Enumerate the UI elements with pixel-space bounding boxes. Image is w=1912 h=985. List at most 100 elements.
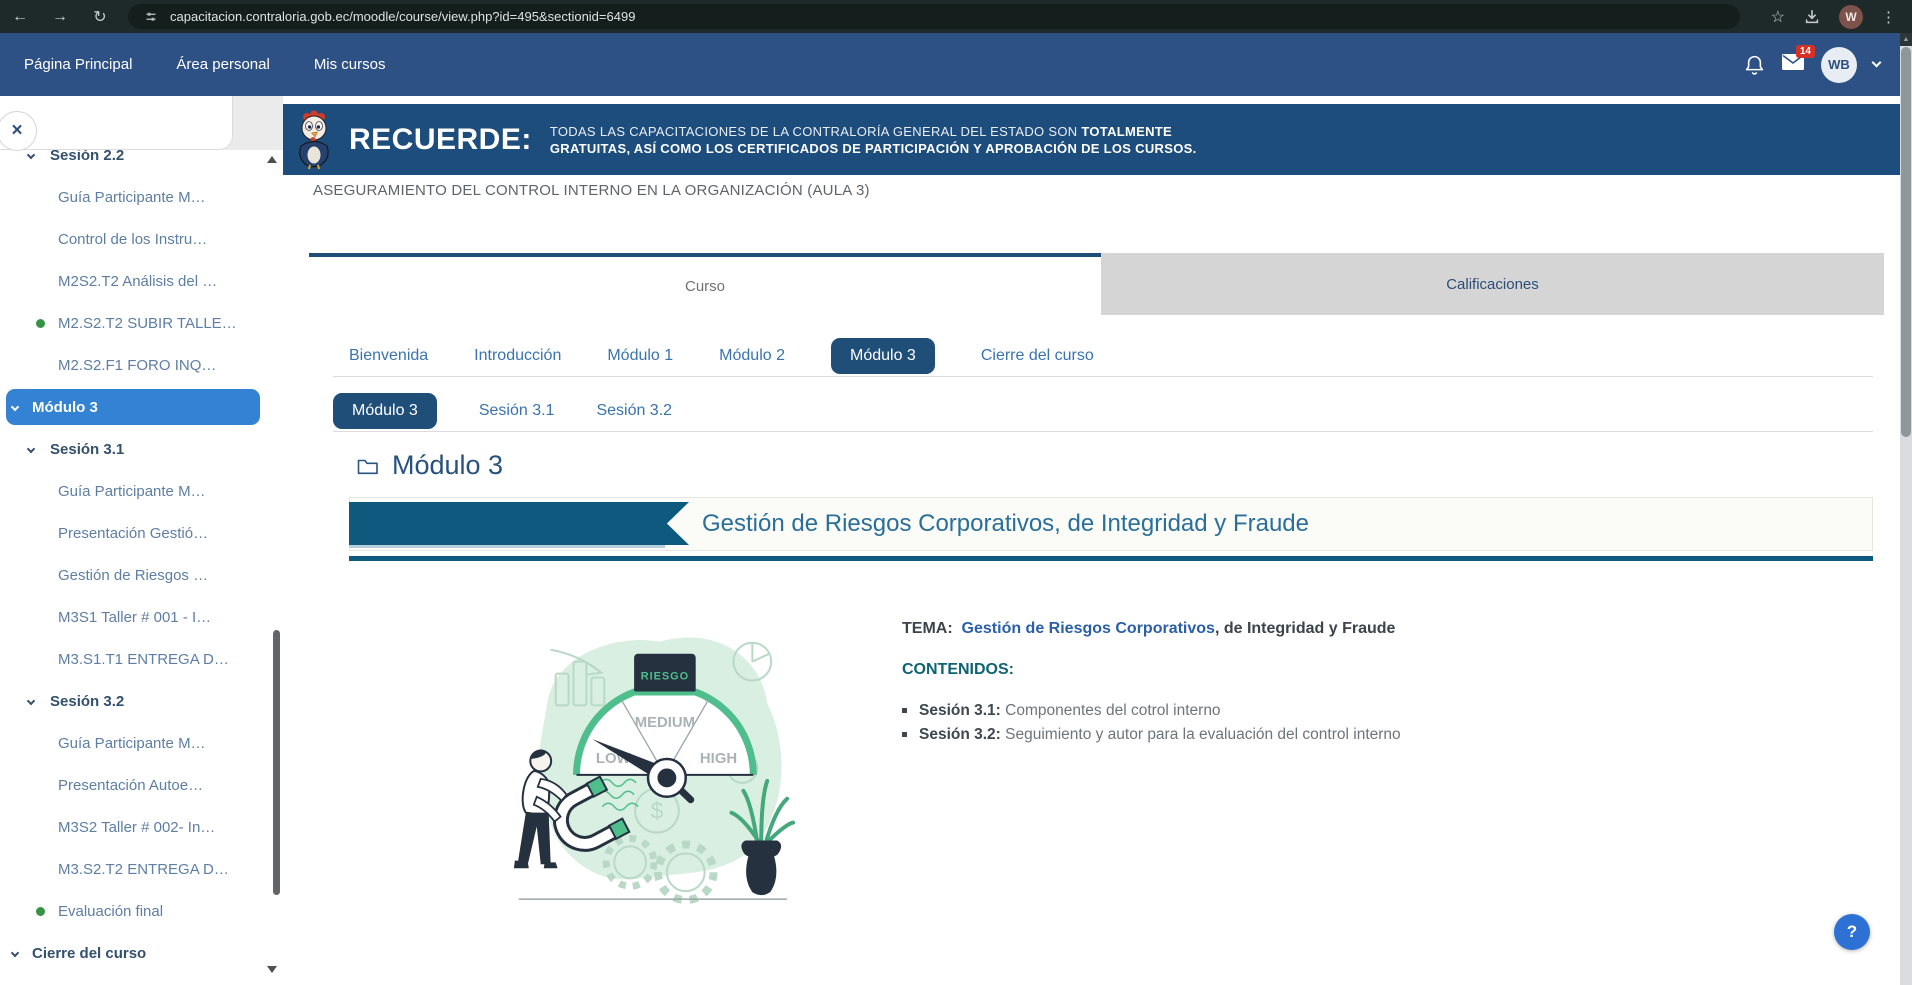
folder-icon <box>357 457 379 475</box>
sidebar-item[interactable]: M3S1 Taller # 001 - I… <box>0 596 267 638</box>
banner-title: Gestión de Riesgos Corporativos, de Inte… <box>702 498 1309 550</box>
messages-count-badge: 14 <box>1796 45 1815 58</box>
banner-rule <box>349 556 1873 561</box>
reminder-text: TODAS LAS CAPACITACIONES DE LA CONTRALOR… <box>550 123 1197 157</box>
scrollbar-up-icon[interactable]: ▲ <box>1900 33 1912 46</box>
help-button[interactable]: ? <box>1834 914 1870 950</box>
subtab-sesion-3-1[interactable]: Sesión 3.1 <box>479 402 555 420</box>
page-scrollbar: ▲ <box>1900 33 1912 985</box>
sidebar-item[interactable]: Guía Participante M… <box>0 470 267 512</box>
banner-ribbon-shadow <box>349 545 665 548</box>
completion-dot-icon <box>36 319 45 328</box>
page-scrollbar-thumb[interactable] <box>1901 47 1911 437</box>
reminder-lead: RECUERDE: <box>349 123 532 157</box>
tab-modulo-1[interactable]: Módulo 1 <box>607 347 673 365</box>
course-index-sidebar: Sesión 2.2 Guía Participante M… Control … <box>0 96 283 985</box>
bullet-square-icon <box>902 708 907 713</box>
plant-vase <box>741 840 781 895</box>
user-menu-chevron-icon[interactable] <box>1872 58 1882 68</box>
svg-text:$: $ <box>651 798 664 824</box>
risk-gauge-illustration: $ $ LOW MEDIUM HIGH RIESGO <box>500 612 800 910</box>
help-question-icon: ? <box>1847 922 1857 942</box>
sidebar-item[interactable]: Evaluación final <box>0 890 267 932</box>
module-heading: Módulo 3 <box>357 450 503 481</box>
nav-area-personal[interactable]: Área personal <box>176 56 269 73</box>
mascot-icon <box>291 110 335 170</box>
user-avatar[interactable]: WB <box>1821 47 1857 83</box>
course-title: ASEGURAMIENTO DEL CONTROL INTERNO EN LA … <box>313 182 870 199</box>
tab-modulo-2[interactable]: Módulo 2 <box>719 347 785 365</box>
sidebar-item[interactable]: Presentación Autoe… <box>0 764 267 806</box>
browser-toolbar: ← → ↻ capacitacion.contraloria.gob.ec/mo… <box>0 0 1912 33</box>
reminder-banner: RECUERDE: TODAS LAS CAPACITACIONES DE LA… <box>283 104 1900 175</box>
browser-menu-icon[interactable]: ⋮ <box>1881 8 1896 26</box>
address-bar[interactable]: capacitacion.contraloria.gob.ec/moodle/c… <box>128 4 1740 29</box>
tab-introduccion[interactable]: Introducción <box>474 347 561 365</box>
tab-calificaciones[interactable]: Calificaciones <box>1101 253 1884 315</box>
forward-icon[interactable]: → <box>40 8 80 26</box>
sidebar-section-sesion-3-1[interactable]: Sesión 3.1 <box>0 428 267 470</box>
sidebar-item[interactable]: Presentación Gestió… <box>0 512 267 554</box>
module-heading-text: Módulo 3 <box>392 450 503 481</box>
module-banner: Gestión de Riesgos Corporativos, de Inte… <box>349 497 1873 551</box>
tab-bienvenida[interactable]: Bienvenida <box>349 347 428 365</box>
sidebar-item[interactable]: M2S2.T2 Análisis del … <box>0 260 267 302</box>
close-icon: × <box>11 120 22 142</box>
svg-text:RIESGO: RIESGO <box>641 671 689 683</box>
sidebar-item[interactable]: Gestión de Riesgos … <box>0 554 267 596</box>
completion-dot-icon <box>36 907 45 916</box>
navbar-user-area: 14 WB <box>1744 47 1880 83</box>
browser-window: ← → ↻ capacitacion.contraloria.gob.ec/mo… <box>0 0 1912 985</box>
messages-button[interactable]: 14 <box>1781 53 1805 76</box>
tema-rest: , de Integridad y Fraude <box>1215 620 1395 637</box>
sidebar-item[interactable]: M2.S2.F1 FORO INQ… <box>0 344 267 386</box>
sidebar-scroll-up-icon[interactable] <box>267 156 277 163</box>
tema-link[interactable]: Gestión de Riesgos Corporativos <box>962 620 1215 637</box>
sidebar-item[interactable]: M3S2 Taller # 002- In… <box>0 806 267 848</box>
bullet-square-icon <box>902 732 907 737</box>
sidebar-scroll-down-icon[interactable] <box>267 966 277 973</box>
tema-label: TEMA: <box>902 620 953 637</box>
notifications-bell-icon[interactable] <box>1744 54 1765 76</box>
svg-text:MEDIUM: MEDIUM <box>635 715 695 731</box>
tab-curso[interactable]: Curso <box>309 257 1101 315</box>
site-nav-links: Página Principal Área personal Mis curso… <box>0 56 386 73</box>
sidebar-item[interactable]: M3.S2.T2 ENTREGA D… <box>0 848 267 890</box>
site-navbar: Página Principal Área personal Mis curso… <box>0 33 1900 96</box>
browser-profile-avatar[interactable]: W <box>1839 5 1863 29</box>
bullet-sesion-3-2: Sesión 3.2: Seguimiento y autor para la … <box>902 726 1401 744</box>
sidebar-scrollbar-thumb[interactable] <box>273 630 280 895</box>
chevron-down-icon <box>11 949 19 957</box>
site-info-icon[interactable] <box>142 8 160 26</box>
banner-ribbon <box>349 502 689 545</box>
sidebar-item[interactable]: Control de los Instru… <box>0 218 267 260</box>
contenidos-label: CONTENIDOS: <box>902 661 1014 679</box>
chevron-down-icon <box>27 445 35 453</box>
sidebar-section-modulo-3[interactable]: Módulo 3 <box>0 386 267 428</box>
bullet-sesion-3-1: Sesión 3.1: Componentes del cotrol inter… <box>902 702 1221 720</box>
nav-pagina-principal[interactable]: Página Principal <box>24 56 132 73</box>
sidebar-item[interactable]: Guía Participante M… <box>0 722 267 764</box>
back-icon[interactable]: ← <box>0 8 40 26</box>
subsection-tabs: Módulo 3 Sesión 3.1 Sesión 3.2 <box>333 391 1873 432</box>
subtab-sesion-3-2[interactable]: Sesión 3.2 <box>596 402 672 420</box>
sidebar-item[interactable]: M3.S1.T1 ENTREGA D… <box>0 638 267 680</box>
browser-actions: ☆ W ⋮ <box>1771 0 1896 33</box>
reload-icon[interactable]: ↻ <box>80 7 120 27</box>
sidebar-section-cierre-del-curso[interactable]: Cierre del curso <box>0 932 267 974</box>
sidebar-item[interactable]: Guía Participante M… <box>0 176 267 218</box>
chevron-down-icon <box>27 697 35 705</box>
subtab-modulo-3-active[interactable]: Módulo 3 <box>333 393 437 429</box>
reminder-line1: TODAS LAS CAPACITACIONES DE LA CONTRALOR… <box>550 124 1082 139</box>
course-index-list: Sesión 2.2 Guía Participante M… Control … <box>0 134 267 974</box>
svg-text:HIGH: HIGH <box>700 751 737 767</box>
nav-mis-cursos[interactable]: Mis cursos <box>314 56 386 73</box>
download-icon[interactable] <box>1803 8 1821 26</box>
sidebar-section-sesion-3-2[interactable]: Sesión 3.2 <box>0 680 267 722</box>
url-text: capacitacion.contraloria.gob.ec/moodle/c… <box>170 9 635 24</box>
sidebar-item[interactable]: M2.S2.T2 SUBIR TALLE… <box>0 302 267 344</box>
section-tabs: Bienvenida Introducción Módulo 1 Módulo … <box>333 335 1873 377</box>
tab-modulo-3-active[interactable]: Módulo 3 <box>831 338 935 374</box>
bookmark-star-icon[interactable]: ☆ <box>1771 7 1785 27</box>
tab-cierre-del-curso[interactable]: Cierre del curso <box>981 347 1094 365</box>
